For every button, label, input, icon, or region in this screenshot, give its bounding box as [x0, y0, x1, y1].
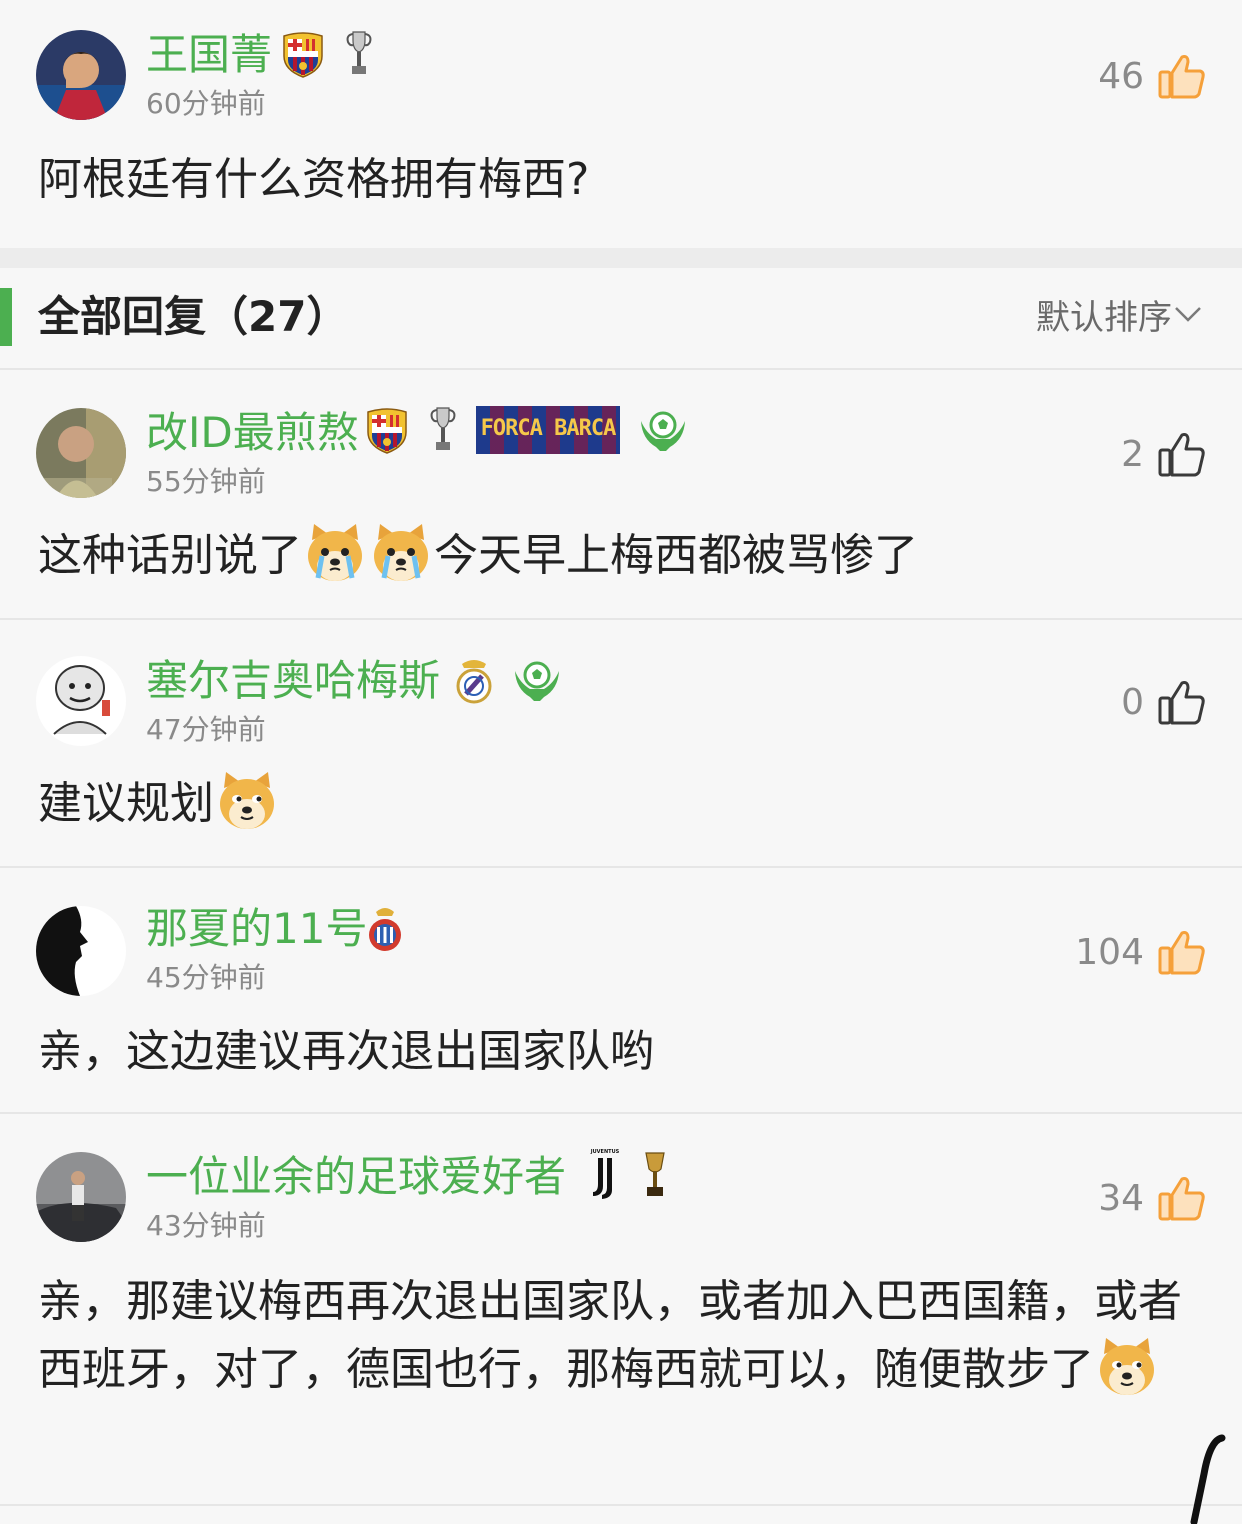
reply-text: 建议规划 [38, 778, 214, 829]
espanyol-badge-icon [369, 908, 401, 951]
reply-content: 亲，这边建议再次退出国家队哟 [38, 1026, 654, 1077]
user-badges [454, 656, 562, 704]
avatar[interactable] [36, 906, 126, 996]
doge-emoji-icon [220, 772, 274, 829]
reply-item: 改ID最煎熬 FORCA BARCA 55分钟前 2 这种话别说了 今天早上梅西… [0, 370, 1242, 618]
reply-text: 这种话别说了 [38, 530, 302, 581]
divider [0, 1504, 1242, 1506]
reply-time: 47分钟前 [146, 713, 266, 746]
reply-item: 一位业余的足球爱好者 JUVENTUS 43分钟前 34 亲，那建议梅西再次退出… [0, 1114, 1242, 1504]
thumbs-up-icon [1158, 433, 1205, 477]
doge-crying-emoji-icon [308, 524, 362, 581]
user-badges [366, 904, 404, 954]
forca-barca-label: FORCA BARCA [480, 416, 617, 441]
avatar[interactable] [36, 408, 126, 498]
user-badges: FORCA BARCA [364, 406, 688, 454]
trophy-icon [430, 407, 456, 450]
like-count: 0 [1121, 682, 1144, 723]
fc-barcelona-badge-icon [283, 32, 323, 78]
hands-football-icon [515, 661, 559, 701]
username[interactable]: 改ID最煎熬 [146, 412, 359, 454]
like-button[interactable]: 46 [1098, 54, 1206, 100]
post-time: 60分钟前 [146, 87, 266, 120]
like-button[interactable]: 104 [1075, 930, 1206, 976]
thumbs-up-icon [1158, 1177, 1205, 1221]
avatar[interactable] [36, 30, 126, 120]
like-count: 104 [1075, 932, 1144, 973]
reply-item: 那夏的11号 45分钟前 104 亲，这边建议再次退出国家队哟 [0, 868, 1242, 1112]
username[interactable]: 一位业余的足球爱好者 [146, 1156, 566, 1198]
hands-football-icon [641, 411, 685, 451]
fc-barcelona-badge-icon [367, 408, 407, 454]
username[interactable]: 塞尔吉奥哈梅斯 [146, 660, 440, 702]
replies-header: 全部回复（27） 默认排序 [0, 268, 1242, 368]
original-post: 王国菁 60分钟前 46 阿根廷有什么资格拥有梅西? [0, 0, 1242, 248]
reply-content: 这种话别说了 今天早上梅西都被骂惨了 [38, 522, 1208, 590]
reply-content: 亲，那建议梅西再次退出国家队，或者加入巴西国籍，或者西班牙，对了，德国也行，那梅… [38, 1268, 1208, 1404]
reply-text: 今天早上梅西都被骂惨了 [434, 530, 918, 581]
doge-crying-emoji-icon [374, 524, 428, 581]
reply-item: 塞尔吉奥哈梅斯 47分钟前 0 建议规划 [0, 620, 1242, 866]
juventus-badge: JUVENTUS [588, 1150, 622, 1200]
avatar[interactable] [36, 1152, 126, 1242]
chevron-down-icon[interactable] [1174, 304, 1202, 324]
username[interactable]: 王国菁 [146, 34, 272, 76]
pen-stroke-mark [1190, 1434, 1226, 1524]
section-gap [0, 248, 1242, 268]
user-badges: JUVENTUS [588, 1150, 670, 1200]
reply-text: 亲，那建议梅西再次退出国家队，或者加入巴西国籍，或者西班牙，对了，德国也行，那梅… [38, 1276, 1182, 1395]
thumbs-up-icon [1158, 55, 1205, 99]
forca-barca-badge: FORCA BARCA [476, 406, 620, 454]
avatar[interactable] [36, 656, 126, 746]
reply-time: 45分钟前 [146, 961, 266, 994]
reply-time: 55分钟前 [146, 465, 266, 498]
post-content: 阿根廷有什么资格拥有梅西? [38, 154, 590, 205]
like-count: 46 [1098, 56, 1144, 97]
trophy-icon [346, 31, 372, 74]
like-button[interactable]: 2 [1121, 432, 1206, 478]
user-badges [280, 30, 374, 78]
trophy-icon [645, 1152, 665, 1196]
thumbs-up-icon [1158, 931, 1205, 975]
real-madrid-badge-icon [456, 660, 492, 704]
like-count: 34 [1098, 1178, 1144, 1219]
juventus-j-icon [593, 1158, 612, 1199]
doge-emoji-icon [1100, 1338, 1154, 1395]
like-button[interactable]: 34 [1098, 1176, 1206, 1222]
like-count: 2 [1121, 434, 1144, 475]
replies-title: 全部回复（27） [38, 292, 349, 341]
section-accent-bar [0, 288, 12, 346]
reply-time: 43分钟前 [146, 1209, 266, 1242]
reply-content: 建议规划 [38, 770, 1208, 838]
thumbs-up-icon [1158, 681, 1205, 725]
username[interactable]: 那夏的11号 [146, 908, 367, 950]
juventus-label: JUVENTUS [590, 1149, 620, 1155]
sort-dropdown[interactable]: 默认排序 [1036, 299, 1172, 337]
like-button[interactable]: 0 [1121, 680, 1206, 726]
